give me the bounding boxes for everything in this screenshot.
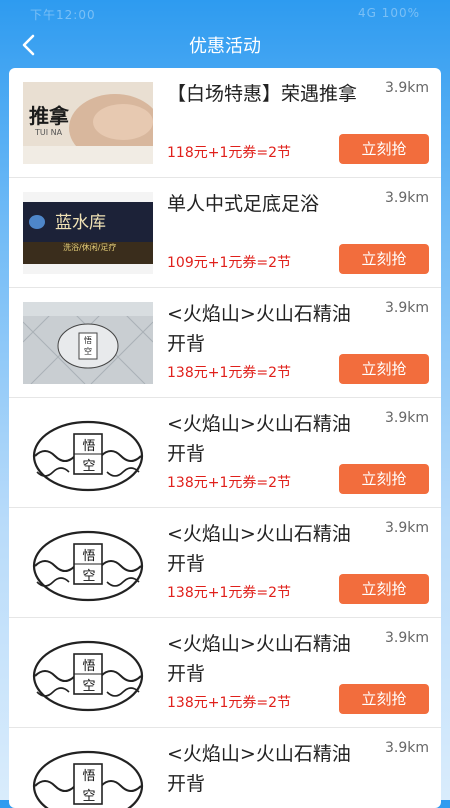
image-caption: 悟空 bbox=[82, 439, 96, 474]
status-time: 下午12:00 bbox=[30, 8, 96, 22]
item-title: <火焰山>火山石精油开背 bbox=[167, 743, 351, 795]
item-distance: 3.9km bbox=[384, 410, 429, 426]
item-price: 138元+1元券=2节 bbox=[167, 585, 291, 601]
status-indicators: 4G 100% bbox=[357, 6, 420, 20]
image-caption: 蓝水库 bbox=[55, 213, 106, 233]
list-item[interactable]: 悟空 <火焰山>火山石精油开背 3.9km bbox=[9, 728, 441, 808]
image-caption: 悟空 bbox=[82, 549, 96, 584]
buy-now-button[interactable]: 立刻抢 bbox=[339, 684, 429, 714]
buy-now-button[interactable]: 立刻抢 bbox=[339, 574, 429, 604]
image-subcaption: 洗浴/休闲/足疗 bbox=[63, 243, 117, 252]
item-title: <火焰山>火山石精油开背 bbox=[167, 633, 351, 685]
massage-photo: 推拿 TUI NA bbox=[23, 82, 153, 164]
item-price: 138元+1元券=2节 bbox=[167, 695, 291, 711]
list-item[interactable]: 悟空 <火焰山>火山石精油开背 3.9km 138元+1元券=2节 立刻抢 bbox=[9, 288, 441, 398]
item-price: 138元+1元券=2节 bbox=[167, 475, 291, 491]
buy-now-button[interactable]: 立刻抢 bbox=[339, 244, 429, 274]
wukong-logo: 悟空 bbox=[23, 522, 153, 604]
image-caption: 悟空 bbox=[82, 769, 96, 804]
item-price: 118元+1元券=2节 bbox=[167, 145, 291, 161]
item-title: <火焰山>火山石精油开背 bbox=[167, 303, 351, 355]
list-item[interactable]: 推拿 TUI NA 【白场特惠】荣遇推拿 3.9km 118元+1元券=2节 立… bbox=[9, 68, 441, 178]
item-distance: 3.9km bbox=[384, 630, 429, 646]
list-item[interactable]: 蓝水库 洗浴/休闲/足疗 单人中式足底足浴 3.9km 109元+1元券=2节 … bbox=[9, 178, 441, 288]
buy-now-button[interactable]: 立刻抢 bbox=[339, 134, 429, 164]
image-caption: 推拿 bbox=[29, 104, 69, 128]
list-item[interactable]: 悟空 <火焰山>火山石精油开背 3.9km 138元+1元券=2节 立刻抢 bbox=[9, 618, 441, 728]
status-bar: 下午12:00 4G 100% bbox=[0, 0, 450, 28]
item-price: 138元+1元券=2节 bbox=[167, 365, 291, 381]
wukong-logo: 悟空 bbox=[23, 632, 153, 714]
image-caption: 悟空 bbox=[84, 336, 92, 356]
buy-now-button[interactable]: 立刻抢 bbox=[339, 354, 429, 384]
item-title: <火焰山>火山石精油开背 bbox=[167, 413, 351, 465]
item-title: <火焰山>火山石精油开背 bbox=[167, 523, 351, 575]
list-item[interactable]: 悟空 <火焰山>火山石精油开背 3.9km 138元+1元券=2节 立刻抢 bbox=[9, 508, 441, 618]
lanshuiku-logo: 蓝水库 洗浴/休闲/足疗 bbox=[23, 192, 153, 274]
page-title: 优惠活动 bbox=[189, 36, 261, 57]
item-distance: 3.9km bbox=[384, 300, 429, 316]
item-title: 【白场特惠】荣遇推拿 bbox=[167, 83, 358, 105]
nav-bar: 优惠活动 bbox=[0, 28, 450, 62]
item-distance: 3.9km bbox=[384, 80, 429, 96]
item-distance: 3.9km bbox=[384, 740, 429, 756]
buy-now-button[interactable]: 立刻抢 bbox=[339, 464, 429, 494]
list-item[interactable]: 悟空 <火焰山>火山石精油开背 3.9km 138元+1元券=2节 立刻抢 bbox=[9, 398, 441, 508]
image-subcaption: TUI NA bbox=[35, 128, 63, 137]
item-distance: 3.9km bbox=[384, 520, 429, 536]
deal-list: 推拿 TUI NA 【白场特惠】荣遇推拿 3.9km 118元+1元券=2节 立… bbox=[9, 68, 441, 808]
item-title: 单人中式足底足浴 bbox=[167, 193, 320, 215]
wukong-floor-logo: 悟空 bbox=[23, 302, 153, 384]
wukong-logo: 悟空 bbox=[23, 412, 153, 494]
image-caption: 悟空 bbox=[82, 659, 96, 694]
item-distance: 3.9km bbox=[384, 190, 429, 206]
wukong-logo: 悟空 bbox=[23, 742, 153, 808]
item-price: 109元+1元券=2节 bbox=[167, 255, 291, 271]
